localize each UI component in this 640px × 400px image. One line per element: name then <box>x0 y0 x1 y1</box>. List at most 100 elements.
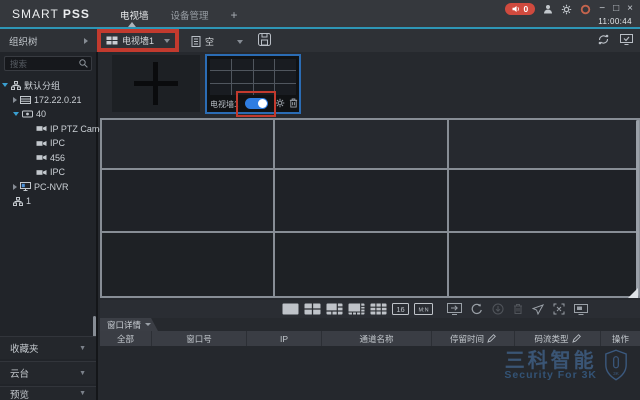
window-details-strip: 窗口详情 <box>100 318 640 331</box>
org-tree-label: 组织树 <box>9 34 38 48</box>
delete-trash-icon[interactable] <box>513 303 523 315</box>
expand-down-icon[interactable] <box>13 112 19 116</box>
watermark: 三科智能 Security For 3K 3K <box>504 349 628 381</box>
wall-screen-cell[interactable] <box>102 170 273 231</box>
wall-thumbnail-selected[interactable]: 电视墙1 <box>205 54 301 114</box>
close-button[interactable]: × <box>627 4 633 14</box>
column-header-channel-name[interactable]: 通道名称 <box>322 331 432 346</box>
add-wall-tile[interactable] <box>112 55 200 112</box>
fullscreen-expand-icon[interactable] <box>553 303 565 315</box>
panel-favorites[interactable]: 收藏夹 ▼ <box>0 336 96 359</box>
wall-toolbar: 组织树 电视墙1 空 <box>0 29 640 52</box>
tree-label: 1 <box>26 196 31 206</box>
column-header-all[interactable]: 全部 <box>100 331 152 346</box>
refresh-icon[interactable] <box>471 303 483 315</box>
wall-screen-cell[interactable] <box>275 170 447 231</box>
tree-label: PC-NVR <box>34 182 69 192</box>
split-mn-button[interactable]: M:N <box>414 303 433 315</box>
column-header-operation[interactable]: 操作 <box>601 331 640 346</box>
logo-text-pss: PSS <box>63 7 90 21</box>
save-scheme-button[interactable] <box>258 33 271 46</box>
tree-item-group-1[interactable]: 1 <box>0 194 96 209</box>
tree-item-channel-ipc-1[interactable]: IPC <box>0 136 96 151</box>
wall-screen-cell[interactable] <box>449 170 638 231</box>
expand-right-icon[interactable] <box>13 184 17 190</box>
split-6-button[interactable] <box>326 303 343 315</box>
wall-enable-toggle[interactable] <box>245 98 268 109</box>
wall-screen-cell[interactable] <box>102 120 273 168</box>
wall-screen-cell[interactable] <box>449 233 638 296</box>
send-plan-icon[interactable] <box>532 304 544 315</box>
tree-item-channel-ip-ptz[interactable]: IP PTZ Camera <box>0 122 96 137</box>
grid-scrollbar[interactable] <box>636 120 639 296</box>
edit-pencil-icon[interactable] <box>487 334 496 343</box>
tree-label: 172.22.0.21 <box>34 95 82 105</box>
split-16-button[interactable]: 16 <box>392 303 409 315</box>
wall-screen-cell[interactable] <box>449 120 638 168</box>
maximize-button[interactable]: □ <box>613 4 619 14</box>
grid-toolbar: 16 M:N <box>100 300 640 318</box>
gear-icon[interactable] <box>561 4 572 15</box>
tree-item-device-40[interactable]: 40 <box>0 107 96 122</box>
watermark-text: 三科智能 Security For 3K <box>504 350 597 381</box>
tab-tv-wall[interactable]: 电视墙 <box>120 8 149 22</box>
group-icon <box>11 81 21 90</box>
split-16-label: 16 <box>396 305 404 314</box>
column-header-stay-time[interactable]: 停留时间 <box>432 331 515 346</box>
tree-item-channel-456[interactable]: 456 <box>0 151 96 166</box>
wall-settings-gear-icon[interactable] <box>275 98 285 108</box>
tree-item-default-group[interactable]: 默认分组 <box>0 78 96 93</box>
tree-item-pc-nvr[interactable]: PC-NVR <box>0 180 96 195</box>
tree-label: IPC <box>50 167 65 177</box>
split-9-button[interactable] <box>370 303 387 315</box>
app-logo: SMART PSS <box>12 7 90 21</box>
split-1-button[interactable] <box>282 303 299 315</box>
split-buttons: 16 M:N <box>282 303 433 315</box>
watermark-line2: Security For 3K <box>504 369 597 381</box>
action-buttons <box>447 303 588 315</box>
output-to-screen-icon[interactable] <box>447 303 462 315</box>
tab-device-manager[interactable]: 设备管理 <box>171 8 209 22</box>
wall-screen-cell[interactable] <box>102 233 273 296</box>
wall-screen-cell[interactable] <box>275 120 447 168</box>
apply-icon[interactable] <box>492 303 504 315</box>
tree-item-channel-ipc-2[interactable]: IPC <box>0 165 96 180</box>
tv-wall-icon <box>106 36 118 45</box>
panel-ptz[interactable]: 云台 ▼ <box>0 361 96 384</box>
add-tab-button[interactable]: + <box>231 11 238 20</box>
toggle-knob <box>258 99 267 108</box>
user-icon[interactable] <box>543 4 553 14</box>
shield-text: 3K <box>613 371 620 376</box>
minimize-button[interactable]: − <box>599 4 605 14</box>
search-input[interactable] <box>4 56 92 71</box>
tree-item-device-ip[interactable]: 172.22.0.21 <box>0 93 96 108</box>
wall-selector-dropdown[interactable]: 电视墙1 <box>99 31 177 50</box>
window-details-tab[interactable]: 窗口详情 <box>100 318 158 331</box>
expand-down-icon[interactable] <box>2 83 8 87</box>
chevron-down-icon: ▼ <box>79 370 86 377</box>
column-header-stream-type[interactable]: 码流类型 <box>515 331 601 346</box>
device-sidebar: 默认分组 172.22.0.21 40 IP PTZ Camera IPC <box>0 52 98 400</box>
group-icon <box>13 197 23 206</box>
status-ring-icon[interactable] <box>580 4 591 15</box>
resize-handle[interactable] <box>628 288 638 298</box>
alarm-notification-badge[interactable]: 0 <box>505 3 536 15</box>
panel-label: 预览 <box>10 387 29 400</box>
wall-screen-cell[interactable] <box>275 233 447 296</box>
screen-check-icon[interactable] <box>620 34 633 45</box>
chevron-down-icon <box>237 40 243 44</box>
column-label: 停留时间 <box>450 333 484 345</box>
edit-pencil-icon[interactable] <box>572 334 581 343</box>
sync-icon[interactable] <box>597 34 610 45</box>
split-8-button[interactable] <box>348 303 365 315</box>
wall-delete-trash-icon[interactable] <box>289 98 298 108</box>
split-4-button[interactable] <box>304 303 321 315</box>
scheme-selector-dropdown[interactable]: 空 <box>186 32 248 51</box>
column-header-window-no[interactable]: 窗口号 <box>152 331 247 346</box>
monitor-icon[interactable] <box>574 304 588 315</box>
chevron-down-icon <box>145 323 151 326</box>
panel-preview[interactable]: 预览 ▼ <box>0 386 96 400</box>
org-tree-header[interactable]: 组织树 <box>0 29 98 52</box>
expand-right-icon[interactable] <box>13 97 17 103</box>
column-header-ip[interactable]: IP <box>247 331 322 346</box>
